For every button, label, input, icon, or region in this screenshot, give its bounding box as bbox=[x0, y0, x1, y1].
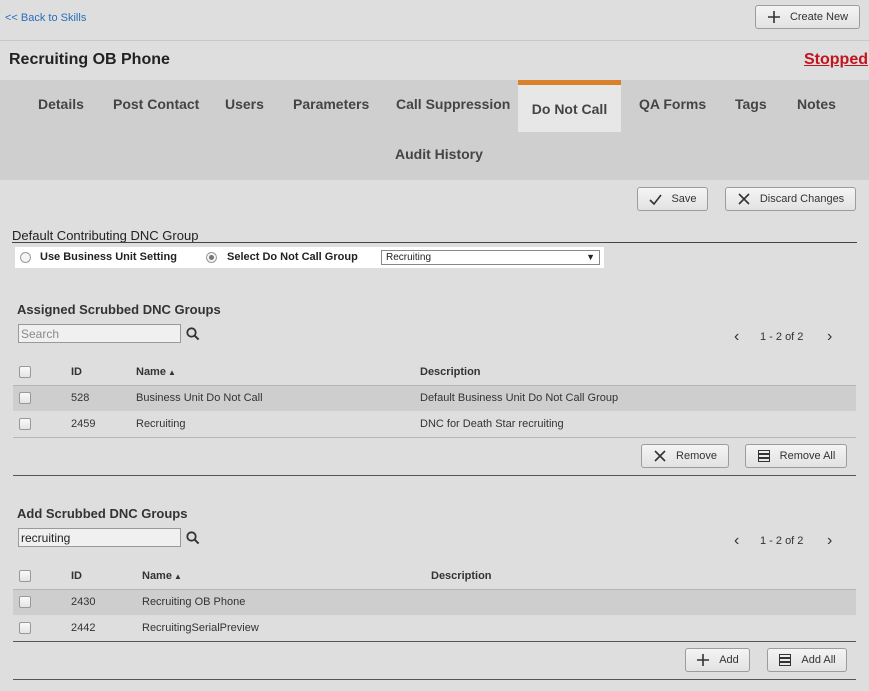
row-description: Default Business Unit Do Not Call Group bbox=[420, 392, 619, 404]
row-checkbox[interactable] bbox=[19, 418, 31, 430]
list-icon bbox=[757, 449, 771, 463]
divider bbox=[13, 679, 856, 680]
row-name: Recruiting OB Phone bbox=[142, 596, 246, 608]
add-section-title: Add Scrubbed DNC Groups bbox=[17, 506, 188, 521]
divider bbox=[13, 641, 856, 642]
table-header-row: ID Name ▲ Description bbox=[13, 563, 856, 589]
plus-icon bbox=[696, 653, 710, 667]
column-name[interactable]: Name ▲ bbox=[142, 570, 182, 582]
divider bbox=[13, 589, 856, 590]
default-group-label: Default Contributing DNC Group bbox=[12, 228, 199, 243]
divider bbox=[12, 242, 857, 243]
row-id: 2430 bbox=[71, 596, 96, 608]
top-bar bbox=[0, 0, 869, 41]
divider bbox=[13, 385, 856, 386]
assigned-section-title: Assigned Scrubbed DNC Groups bbox=[17, 302, 221, 317]
assigned-search-input[interactable] bbox=[18, 324, 181, 343]
divider bbox=[13, 475, 856, 476]
divider bbox=[13, 437, 856, 438]
sort-ascending-icon: ▲ bbox=[173, 572, 182, 581]
tab-qa-forms[interactable]: QA Forms bbox=[639, 96, 706, 112]
close-icon bbox=[653, 449, 667, 463]
checkmark-icon bbox=[648, 192, 662, 206]
column-name[interactable]: Name ▲ bbox=[136, 366, 176, 378]
back-to-skills-link[interactable]: << Back to Skills bbox=[5, 12, 86, 24]
add-next-page-icon[interactable]: › bbox=[827, 533, 832, 549]
remove-button[interactable]: Remove bbox=[641, 444, 729, 468]
select-group-radio-label: Select Do Not Call Group bbox=[227, 251, 358, 263]
tab-audit-history[interactable]: Audit History bbox=[395, 146, 483, 162]
tab-notes[interactable]: Notes bbox=[797, 96, 836, 112]
column-description[interactable]: Description bbox=[420, 366, 481, 378]
table-row[interactable]: 2442 RecruitingSerialPreview bbox=[13, 615, 856, 641]
select-all-checkbox[interactable] bbox=[19, 570, 31, 582]
dropdown-arrow-icon: ▼ bbox=[586, 252, 595, 262]
tab-bar bbox=[0, 80, 869, 180]
tab-parameters[interactable]: Parameters bbox=[293, 96, 369, 112]
plus-icon bbox=[767, 10, 781, 24]
tab-users[interactable]: Users bbox=[225, 96, 264, 112]
row-name: Business Unit Do Not Call bbox=[136, 392, 263, 404]
page-title: Recruiting OB Phone bbox=[9, 51, 170, 68]
table-header-row: ID Name ▲ Description bbox=[13, 359, 856, 385]
table-row[interactable]: 528 Business Unit Do Not Call Default Bu… bbox=[13, 385, 856, 411]
remove-all-button[interactable]: Remove All bbox=[745, 444, 847, 468]
tab-do-not-call[interactable]: Do Not Call bbox=[518, 80, 621, 132]
select-all-checkbox[interactable] bbox=[19, 366, 31, 378]
business-unit-radio[interactable] bbox=[20, 252, 31, 263]
add-button[interactable]: Add bbox=[685, 648, 750, 672]
row-name: Recruiting bbox=[136, 418, 186, 430]
add-search-input[interactable] bbox=[18, 528, 181, 547]
add-label: Add bbox=[719, 654, 739, 666]
column-id[interactable]: ID bbox=[71, 366, 82, 378]
row-checkbox[interactable] bbox=[19, 622, 31, 634]
discard-changes-label: Discard Changes bbox=[759, 193, 845, 205]
dnc-group-select[interactable]: Recruiting ▼ bbox=[381, 250, 600, 265]
tab-call-suppression[interactable]: Call Suppression bbox=[396, 96, 510, 112]
sort-ascending-icon: ▲ bbox=[167, 368, 176, 377]
save-button[interactable]: Save bbox=[637, 187, 708, 211]
table-row[interactable]: 2430 Recruiting OB Phone bbox=[13, 589, 856, 615]
status-link[interactable]: Stopped bbox=[804, 51, 868, 69]
select-group-radio[interactable] bbox=[206, 252, 217, 263]
search-icon[interactable] bbox=[186, 327, 200, 341]
dnc-group-select-value: Recruiting bbox=[386, 252, 432, 263]
row-description: DNC for Death Star recruiting bbox=[420, 418, 564, 430]
create-new-label: Create New bbox=[789, 11, 849, 23]
row-id: 528 bbox=[71, 392, 90, 404]
add-all-button[interactable]: Add All bbox=[767, 648, 847, 672]
business-unit-radio-label: Use Business Unit Setting bbox=[40, 251, 177, 263]
table-row[interactable]: 2459 Recruiting DNC for Death Star recru… bbox=[13, 411, 856, 437]
row-name: RecruitingSerialPreview bbox=[142, 622, 259, 634]
column-description[interactable]: Description bbox=[431, 570, 492, 582]
list-icon bbox=[778, 653, 792, 667]
search-icon[interactable] bbox=[186, 531, 200, 545]
save-label: Save bbox=[671, 193, 697, 205]
row-id: 2442 bbox=[71, 622, 96, 634]
row-id: 2459 bbox=[71, 418, 96, 430]
add-pager: 1 - 2 of 2 bbox=[760, 535, 804, 547]
tab-details[interactable]: Details bbox=[38, 96, 84, 112]
discard-changes-button[interactable]: Discard Changes bbox=[725, 187, 856, 211]
add-prev-page-icon[interactable]: ‹ bbox=[734, 533, 739, 549]
create-new-button[interactable]: Create New bbox=[755, 5, 860, 29]
row-checkbox[interactable] bbox=[19, 392, 31, 404]
assigned-pager: 1 - 2 of 2 bbox=[760, 331, 804, 343]
assigned-table: ID Name ▲ Description 528 Business Unit D… bbox=[13, 359, 856, 439]
assigned-next-page-icon[interactable]: › bbox=[827, 329, 832, 345]
column-id[interactable]: ID bbox=[71, 570, 82, 582]
remove-all-label: Remove All bbox=[779, 450, 836, 462]
assigned-prev-page-icon[interactable]: ‹ bbox=[734, 329, 739, 345]
add-all-label: Add All bbox=[801, 654, 836, 666]
remove-label: Remove bbox=[676, 450, 717, 462]
add-table: ID Name ▲ Description 2430 Recruiting OB … bbox=[13, 563, 856, 643]
close-icon bbox=[737, 192, 751, 206]
row-checkbox[interactable] bbox=[19, 596, 31, 608]
tab-post-contact[interactable]: Post Contact bbox=[113, 96, 199, 112]
tab-tags[interactable]: Tags bbox=[735, 96, 767, 112]
